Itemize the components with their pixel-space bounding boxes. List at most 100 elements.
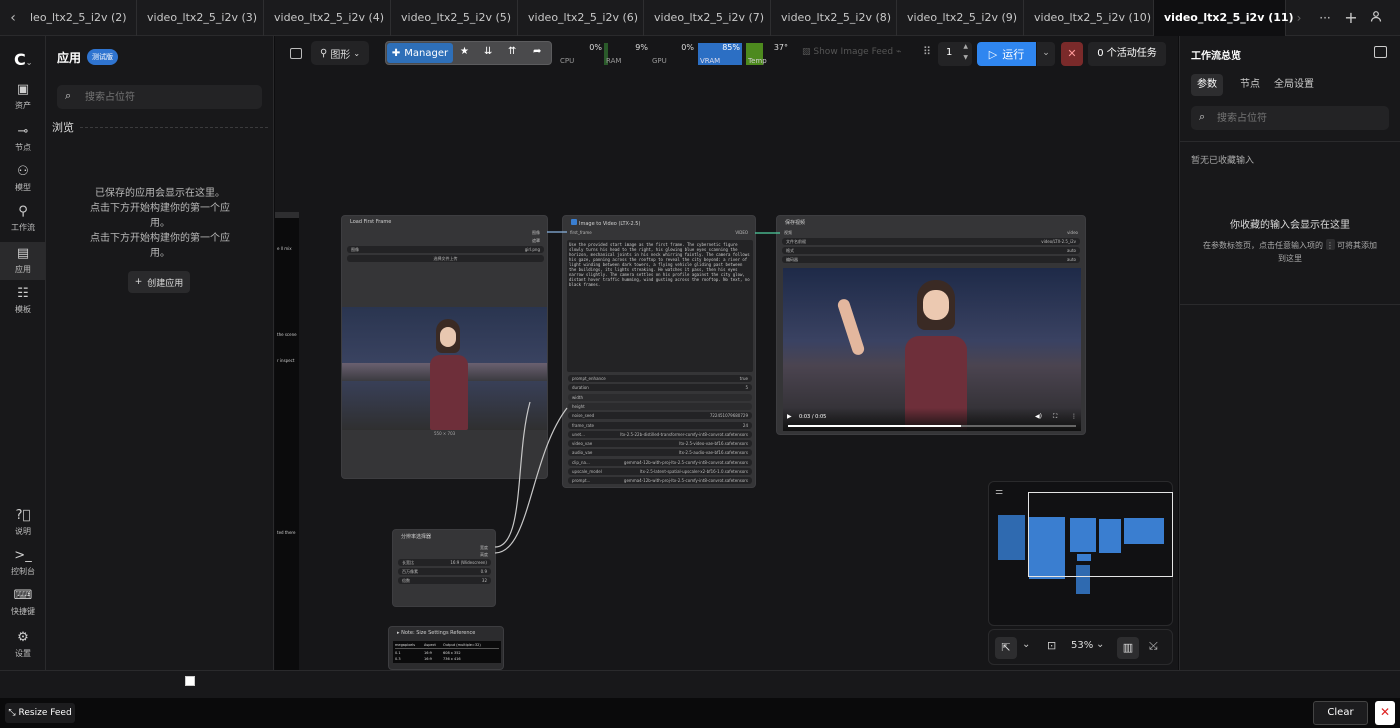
favorites-empty-state: 你收藏的输入会显示在这里 在参数标签页，点击任意输入项的 ⋮ 可将其添加 到这里: [1185, 216, 1395, 265]
map-toggle-button[interactable]: ▥: [1117, 637, 1139, 659]
rail-apps[interactable]: ▤ 应用: [0, 242, 46, 280]
canvas-controls: ⇱ ⌄ ⊡ 53% ⌄ ▥ ⤩: [988, 629, 1173, 665]
search-input[interactable]: [1217, 110, 1382, 126]
tab-9[interactable]: video_ltx2_5_i2v (9): [897, 0, 1024, 36]
tab-10[interactable]: video_ltx2_5_i2v (10): [1024, 0, 1154, 36]
tab-label: leo_ltx2_5_i2v (2): [30, 11, 127, 24]
rail-nodes[interactable]: ⊸ 节点: [0, 124, 46, 158]
minimap-node: [998, 515, 1025, 560]
tab-label: video_ltx2_5_i2v (10): [1034, 11, 1152, 24]
fit-view-icon[interactable]: ⊡: [1047, 639, 1056, 652]
minimap[interactable]: ⚌: [988, 481, 1173, 626]
tab-8[interactable]: video_ltx2_5_i2v (8): [771, 0, 897, 36]
search-input[interactable]: [85, 89, 255, 105]
button-label: 创建应用: [147, 278, 184, 289]
rail-templates[interactable]: ☷ 模板: [0, 286, 46, 320]
plus-icon: +: [134, 277, 143, 287]
rail-shortcuts[interactable]: ⌨ 快捷键: [0, 588, 46, 622]
create-app-button[interactable]: + 创建应用: [128, 271, 190, 293]
zoom-value[interactable]: 53%: [1071, 640, 1093, 651]
tab-6[interactable]: video_ltx2_5_i2v (6): [518, 0, 644, 36]
empty-text: 用。: [150, 218, 170, 229]
rail-models[interactable]: ⚇ 模型: [0, 164, 46, 198]
empty-text: 用。: [150, 248, 170, 259]
apps-panel: 应用 测试版 ⌕ 浏览 已保存的应用会显示在这里。 点击下方开始构建你的第一个应…: [46, 36, 274, 670]
link-visibility-icon[interactable]: ⤩: [1149, 639, 1158, 653]
more-tabs-icon[interactable]: ···: [1312, 11, 1338, 25]
beta-badge: 测试版: [87, 49, 118, 65]
kebab-icon: ⋮: [1325, 239, 1335, 250]
minimap-settings-icon[interactable]: ⚌: [995, 487, 1003, 497]
tab-params[interactable]: 参数: [1191, 74, 1223, 96]
rail-label: 控制台: [11, 567, 35, 576]
rail-help[interactable]: ?⃝ 说明: [0, 508, 46, 542]
search-box[interactable]: ⌕: [57, 85, 262, 109]
chevron-down-icon[interactable]: ⌄: [1022, 639, 1030, 650]
terminal-icon: >_: [14, 548, 32, 563]
button-label: Resize Feed: [18, 708, 72, 718]
tab-bar: ‹ leo_ltx2_5_i2v (2) video_ltx2_5_i2v (3…: [0, 0, 1400, 36]
tab-4[interactable]: video_ltx2_5_i2v (4): [264, 0, 391, 36]
tab-label: video_ltx2_5_i2v (5): [401, 11, 512, 24]
rail-settings[interactable]: ⚙ 设置: [0, 630, 46, 664]
search-icon: ⌕: [1199, 110, 1206, 123]
rail-label: 快捷键: [11, 607, 35, 616]
empty-text: 点击下方开始构建你的第一个应: [90, 233, 230, 244]
browse-heading: 浏览: [52, 121, 74, 134]
panel-title: 应用: [57, 51, 82, 65]
tab-label: video_ltx2_5_i2v (3): [147, 11, 258, 24]
tab-global-settings[interactable]: 全局设置: [1270, 74, 1318, 96]
tab-2[interactable]: leo_ltx2_5_i2v (2): [26, 0, 137, 36]
close-feed-button[interactable]: ✕: [1375, 701, 1395, 725]
model-icon: ⚇: [17, 164, 29, 179]
tab-nodes[interactable]: 节点: [1234, 74, 1266, 96]
keyboard-icon: ⌨: [13, 588, 33, 603]
tab-label: video_ltx2_5_i2v (7): [654, 11, 765, 24]
clear-button[interactable]: Clear: [1313, 701, 1368, 725]
minimap-viewport[interactable]: [1028, 492, 1173, 577]
rail-label: 节点: [15, 143, 31, 152]
rail-workflows[interactable]: ⚲ 工作流: [0, 204, 46, 240]
left-rail: C⌄ ▣ 资产 ⊸ 节点 ⚇ 模型 ⚲ 工作流 ▤ 应用 ☷ 模板 ?⃝ 说明 >_ 控制台 ⌨…: [0, 36, 46, 670]
empty-title: 你收藏的输入会显示在这里: [1230, 220, 1350, 231]
search-box[interactable]: ⌕: [1191, 106, 1389, 130]
panel-toggle-icon[interactable]: [1374, 46, 1387, 58]
rail-label: 设置: [15, 649, 31, 658]
desc-text: 在参数标签页，点击任意输入项的: [1202, 241, 1323, 250]
empty-state: 已保存的应用会显示在这里。 点击下方开始构建你的第一个应 用。 点击下方开始构建…: [80, 186, 240, 261]
select-tool-button[interactable]: ⇱: [995, 637, 1017, 659]
chevron-down-icon[interactable]: ⌄: [1096, 639, 1104, 650]
resize-feed-button[interactable]: ⤡ Resize Feed: [5, 703, 75, 723]
no-favorites-label: 暂无已收藏输入: [1191, 156, 1255, 166]
back-icon[interactable]: ‹: [0, 10, 26, 26]
graph-canvas[interactable]: ⚲ 图形 ⌄ ✚ Manager ★ ⇊ ⇈ ➦ 0% CPU 9% RAM 0% G…: [275, 36, 1178, 670]
link-height: [494, 407, 568, 554]
broken-image-icon: [185, 676, 195, 686]
gear-icon: ⚙: [17, 630, 29, 645]
rail-console[interactable]: >_ 控制台: [0, 548, 46, 582]
tab-7[interactable]: video_ltx2_5_i2v (7): [644, 0, 771, 36]
link-width: [494, 401, 531, 548]
user-icon[interactable]: [1364, 10, 1388, 25]
empty-text: 点击下方开始构建你的第一个应: [90, 203, 230, 214]
workflow-icon: ⚲: [18, 204, 28, 219]
workflow-overview-panel: 工作流总览 参数 节点 全局设置 ⌕ 暂无已收藏输入 你收藏的输入会显示在这里 …: [1179, 36, 1400, 670]
search-icon: ⌕: [65, 89, 72, 102]
tab-11-active[interactable]: video_ltx2_5_i2v (11): [1154, 0, 1294, 36]
tab-5[interactable]: video_ltx2_5_i2v (5): [391, 0, 518, 36]
image-feed: [0, 670, 1400, 698]
rail-label: 资产: [15, 101, 31, 110]
scroll-right-icon[interactable]: ›: [1286, 11, 1312, 25]
tab-label: video_ltx2_5_i2v (11): [1164, 11, 1294, 24]
rail-assets[interactable]: ▣ 资产: [0, 82, 46, 116]
tab-3[interactable]: video_ltx2_5_i2v (3): [137, 0, 264, 36]
rail-label: 模型: [15, 183, 31, 192]
help-icon: ?⃝: [15, 508, 31, 523]
node-icon: ⊸: [17, 124, 29, 139]
logo-icon[interactable]: C⌄: [14, 50, 32, 69]
rail-label: 工作流: [11, 223, 35, 232]
desc-text: 可将其添加: [1337, 241, 1378, 250]
new-tab-icon[interactable]: +: [1338, 8, 1364, 27]
divider: [1180, 141, 1400, 142]
rail-label: 模板: [15, 305, 31, 314]
